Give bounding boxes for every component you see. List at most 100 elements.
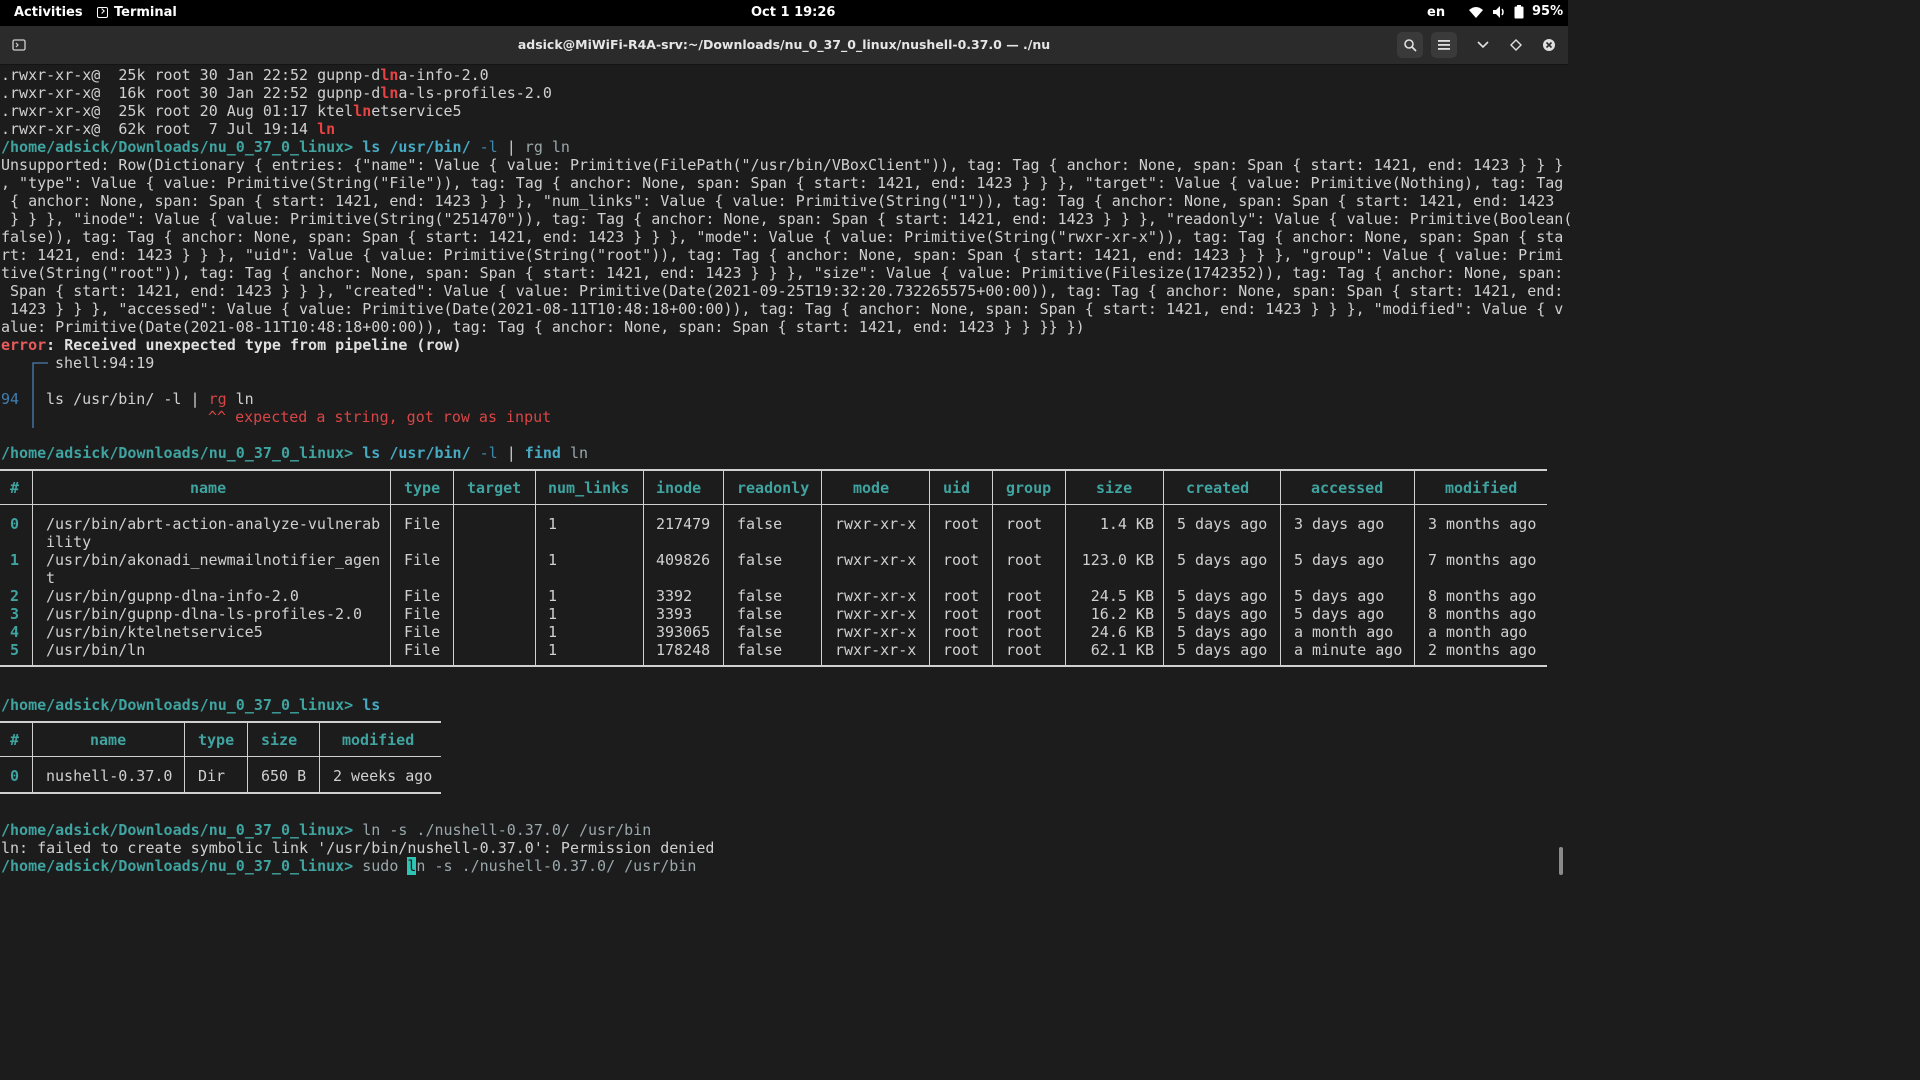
table-cell-uid: root <box>943 587 980 605</box>
table-cell-type: File <box>404 623 441 641</box>
close-icon <box>1543 39 1555 51</box>
output-line: false)), tag: Tag { anchor: None, span: … <box>1 228 1564 246</box>
table-cell-readonly: false <box>737 623 783 641</box>
output-line: rt: 1421, end: 1423 } } }, "uid": Value … <box>1 246 1564 264</box>
table-cell-modified: a month ago <box>1428 623 1528 641</box>
table-cell-readonly: false <box>737 641 783 659</box>
minimize-button[interactable] <box>1470 32 1496 58</box>
table-cell-size: 24.5 KB <box>1090 587 1154 605</box>
column-header-index: # <box>10 479 20 497</box>
terminal-headerbar: adsick@MiWiFi-R4A-srv:~/Downloads/nu_0_3… <box>0 26 1568 65</box>
table-cell-size: 1.4 KB <box>1099 515 1154 533</box>
column-header-readonly: readonly <box>737 479 810 497</box>
table-cell-name-wrap: t <box>46 569 56 587</box>
table-cell-modified: 8 months ago <box>1428 587 1537 605</box>
ls-results-table: # name type size modified 0 nushell-0.37… <box>0 721 441 794</box>
table-cell-name: nushell-0.37.0 <box>46 767 173 785</box>
table-cell-uid: root <box>943 515 980 533</box>
table-cell-readonly: false <box>737 515 783 533</box>
hamburger-icon <box>1438 40 1450 50</box>
search-icon <box>1404 39 1417 52</box>
column-header-size: size <box>261 731 298 749</box>
table-cell-accessed: 5 days ago <box>1294 605 1385 623</box>
table-cell-group: root <box>1006 551 1043 569</box>
table-cell-modified: 2 weeks ago <box>333 767 433 785</box>
table-cell-num-links: 1 <box>548 623 558 641</box>
system-tray[interactable]: 95% <box>1468 4 1563 19</box>
menu-button[interactable] <box>1431 32 1457 58</box>
output-line: tive(String("root")), tag: Tag { anchor:… <box>1 264 1564 282</box>
table-cell-readonly: false <box>737 605 783 623</box>
table-cell-num-links: 1 <box>548 605 558 623</box>
table-cell-name: /usr/bin/ktelnetservice5 <box>46 623 263 641</box>
column-header-num-links: num_links <box>548 479 630 497</box>
table-cell-name: /usr/bin/gupnp-dlna-info-2.0 <box>46 587 299 605</box>
maximize-button[interactable] <box>1503 32 1529 58</box>
table-cell-type: File <box>404 515 441 533</box>
output-line: } } }, "inode": Value { value: Primitive… <box>1 210 1573 228</box>
table-cell-inode: 3392 <box>656 587 693 605</box>
output-line: 1423 } } }, "accessed": Value { value: P… <box>1 300 1564 318</box>
scrollbar[interactable] <box>1559 847 1563 875</box>
input-language[interactable]: en <box>1427 5 1445 20</box>
table-cell-mode: rwxr-xr-x <box>835 587 917 605</box>
window-title: adsick@MiWiFi-R4A-srv:~/Downloads/nu_0_3… <box>517 37 1051 52</box>
error-line: error: Received unexpected type from pip… <box>1 336 462 354</box>
find-results-table: # name type target num_links inode reado… <box>0 469 1547 667</box>
table-cell-name: /usr/bin/abrt-action-analyze-vulnerab <box>46 515 381 533</box>
top-bar: Activities Terminal Oct 1 19:26 en 95% <box>0 0 1568 26</box>
column-header-type: type <box>404 479 441 497</box>
column-header-modified: modified <box>342 731 415 749</box>
table-cell-created: 5 days ago <box>1177 641 1268 659</box>
app-menu[interactable]: Terminal <box>97 5 177 20</box>
error-location: shell:94:19 <box>55 354 155 372</box>
table-cell-inode: 178248 <box>656 641 711 659</box>
table-cell-inode: 409826 <box>656 551 711 569</box>
column-header-index: # <box>10 731 20 749</box>
column-header-modified: modified <box>1445 479 1518 497</box>
table-cell-mode: rwxr-xr-x <box>835 641 917 659</box>
table-cell-type: File <box>404 641 441 659</box>
clock[interactable]: Oct 1 19:26 <box>751 5 835 20</box>
output-line: Unsupported: Row(Dictionary { entries: {… <box>1 156 1564 174</box>
output-line: Span { start: 1421, end: 1423 } } }, "cr… <box>1 282 1564 300</box>
table-cell-created: 5 days ago <box>1177 551 1268 569</box>
table-cell-type: Dir <box>198 767 226 785</box>
table-cell-type: File <box>404 605 441 623</box>
close-button[interactable] <box>1536 32 1562 58</box>
table-cell-group: root <box>1006 605 1043 623</box>
table-cell-num-links: 1 <box>548 587 558 605</box>
row-index: 0 <box>10 767 20 785</box>
output-line: , "type": Value { value: Primitive(Strin… <box>1 174 1564 192</box>
row-index: 5 <box>10 641 20 659</box>
table-cell-mode: rwxr-xr-x <box>835 605 917 623</box>
column-header-mode: mode <box>853 479 890 497</box>
row-index: 4 <box>10 623 20 641</box>
chevron-down-icon <box>1477 41 1489 49</box>
column-header-group: group <box>1006 479 1052 497</box>
row-index: 0 <box>10 515 20 533</box>
maximize-icon <box>1510 39 1522 51</box>
table-cell-size: 123.0 KB <box>1081 551 1154 569</box>
table-cell-uid: root <box>943 641 980 659</box>
table-cell-modified: 2 months ago <box>1428 641 1537 659</box>
table-cell-mode: rwxr-xr-x <box>835 551 917 569</box>
table-cell-uid: root <box>943 605 980 623</box>
table-cell-accessed: 5 days ago <box>1294 587 1385 605</box>
table-cell-uid: root <box>943 623 980 641</box>
error-line-number: 94 <box>1 390 20 408</box>
search-button[interactable] <box>1397 32 1423 58</box>
table-cell-group: root <box>1006 641 1043 659</box>
prompt-line: /home/adsick/Downloads/nu_0_37_0_linux> … <box>1 138 570 156</box>
activities-button[interactable]: Activities <box>14 5 83 20</box>
ls-output-line: .rwxr-xr-x@ 62k root 7 Jul 19:14 ln <box>1 120 336 138</box>
prompt-line: /home/adsick/Downloads/nu_0_37_0_linux> … <box>1 696 381 714</box>
column-header-type: type <box>198 731 235 749</box>
column-header-name: name <box>190 479 227 497</box>
row-index: 1 <box>10 551 20 569</box>
table-cell-group: root <box>1006 623 1043 641</box>
column-header-created: created <box>1186 479 1250 497</box>
column-header-accessed: accessed <box>1311 479 1384 497</box>
table-cell-num-links: 1 <box>548 515 558 533</box>
table-cell-num-links: 1 <box>548 641 558 659</box>
